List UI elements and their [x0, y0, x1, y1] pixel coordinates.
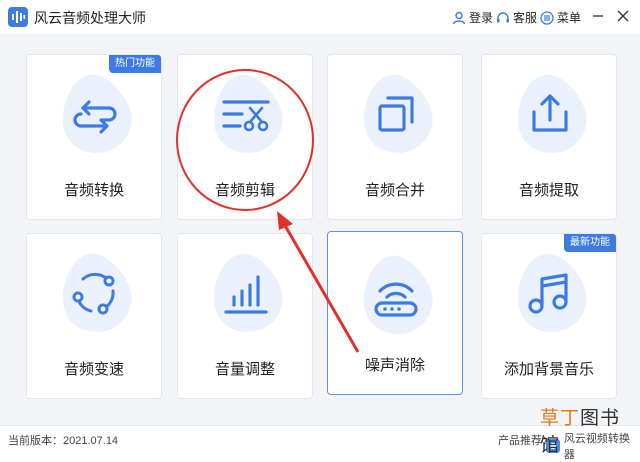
login-label: 登录 — [469, 11, 494, 25]
convert-arrows-icon — [73, 100, 117, 134]
watermark: 草丁图书馆 — [540, 403, 640, 457]
music-note-icon — [528, 273, 568, 314]
card-label: 添加背景音乐 — [503, 361, 594, 378]
hot-feature-badge: 热门功能 — [109, 55, 161, 73]
menu-list-icon — [540, 10, 554, 25]
speed-circle-icon — [72, 272, 115, 315]
card-label: 噪声消除 — [364, 357, 425, 374]
menu-label: 菜单 — [557, 11, 582, 25]
service-button[interactable]: 客服 — [496, 9, 537, 26]
card-label: 音量调整 — [214, 361, 275, 378]
new-feature-badge: 最新功能 — [564, 234, 616, 252]
headset-icon — [497, 11, 509, 22]
extract-upload-icon — [532, 94, 568, 132]
feature-grid: 热门功能 音频转换 音频剪辑 音频合并 音频提取 音频变速 音量调整 噪声消除 … — [0, 35, 640, 425]
noise-router-icon — [374, 282, 418, 317]
version-text: 当前版本：2021.07.14 — [8, 435, 119, 447]
card-add-bgm[interactable]: 最新功能 添加背景音乐 — [481, 233, 617, 399]
card-volume-adjust[interactable]: 音量调整 — [177, 233, 313, 399]
volume-bars-icon — [224, 275, 268, 314]
card-label: 音频剪辑 — [214, 182, 275, 199]
menu-button[interactable]: 菜单 — [540, 9, 581, 26]
card-label: 音频提取 — [518, 182, 579, 199]
scissors-edit-icon — [222, 100, 270, 132]
app-logo-icon — [8, 7, 28, 27]
card-audio-extract[interactable]: 音频提取 — [481, 54, 617, 220]
watermark-part1: 草丁 — [540, 407, 581, 429]
card-label: 音频转换 — [63, 182, 124, 199]
card-audio-speed[interactable]: 音频变速 — [26, 233, 162, 399]
minimize-icon[interactable] — [588, 6, 608, 26]
card-audio-convert[interactable]: 热门功能 音频转换 — [26, 54, 162, 220]
merge-squares-icon — [378, 96, 414, 132]
login-button[interactable]: 登录 — [452, 9, 493, 26]
card-noise-removal[interactable]: 噪声消除 — [327, 231, 463, 395]
card-audio-merge[interactable]: 音频合并 — [327, 54, 463, 220]
service-label: 客服 — [513, 11, 538, 25]
card-label: 音频合并 — [364, 182, 425, 199]
card-label: 音频变速 — [63, 361, 124, 378]
app-title: 风云音频处理大师 — [34, 10, 146, 26]
card-audio-edit[interactable]: 音频剪辑 — [177, 54, 313, 220]
close-icon[interactable] — [613, 6, 633, 26]
user-icon — [452, 11, 466, 24]
title-bar: 风云音频处理大师 登录 客服 菜单 — [0, 0, 640, 35]
